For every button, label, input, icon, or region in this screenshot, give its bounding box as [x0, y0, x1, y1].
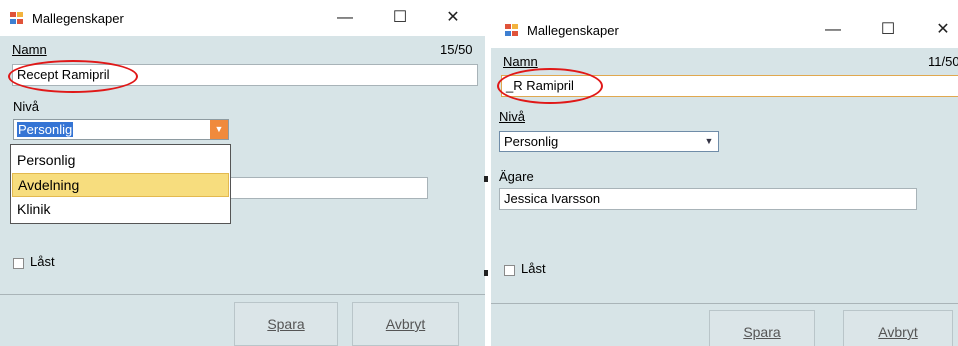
dropdown-option-klinik[interactable]: Klinik [12, 197, 229, 221]
close-icon[interactable]: ✕ [438, 6, 468, 30]
minimize-icon[interactable]: — [818, 18, 848, 42]
namn-label: Namn [12, 42, 47, 57]
maximize-icon[interactable]: ☐ [385, 6, 415, 30]
last-label: Låst [521, 261, 546, 276]
cancel-button-label: Avbryt [385, 316, 426, 332]
background-fragment [484, 176, 488, 182]
footer-divider [491, 303, 958, 304]
agare-label: Ägare [499, 169, 534, 184]
character-counter: 11/50 [928, 54, 958, 69]
cancel-button-label: Avbryt [878, 324, 918, 340]
agare-input[interactable] [222, 177, 428, 199]
last-checkbox[interactable] [504, 265, 515, 276]
minimize-icon[interactable]: — [330, 6, 360, 30]
chevron-down-icon[interactable]: ▼ [700, 132, 718, 151]
annotation-circle-namn [497, 68, 603, 104]
left-title-bar[interactable]: Mallegenskaper — ☐ ✕ [0, 0, 485, 36]
save-button[interactable]: Spara [234, 302, 338, 346]
dropdown-option-personlig[interactable]: Personlig [12, 148, 229, 172]
close-icon[interactable]: ✕ [928, 18, 958, 42]
cancel-button[interactable]: Avbryt [352, 302, 459, 346]
maximize-icon[interactable]: ☐ [873, 18, 903, 42]
app-icon [505, 24, 519, 37]
right-title-bar[interactable]: Mallegenskaper — ☐ ✕ [491, 12, 958, 48]
annotation-circle-namn [8, 60, 138, 93]
save-button-label: Spara [743, 324, 781, 340]
agare-input[interactable]: Jessica Ivarsson [499, 188, 917, 210]
dropdown-option-avdelning[interactable]: Avdelning [12, 173, 229, 197]
right-dialog-window: Mallegenskaper — ☐ ✕ Namn 11/50 _R Ramip… [491, 0, 958, 346]
left-dialog-window: Mallegenskaper — ☐ ✕ Namn 15/50 Recept R… [0, 0, 485, 346]
last-checkbox[interactable] [13, 258, 24, 269]
niva-selected-value: Personlig [504, 134, 559, 149]
footer-divider [0, 294, 485, 295]
save-button[interactable]: Spara [709, 310, 815, 346]
niva-select[interactable]: Personlig ▼ [499, 131, 719, 152]
cancel-button[interactable]: Avbryt [843, 310, 953, 346]
niva-label: Nivå [499, 109, 526, 124]
save-button-label: Spara [267, 316, 305, 332]
character-counter: 15/50 [440, 42, 473, 57]
niva-select[interactable]: Personlig ▼ [13, 119, 229, 140]
window-title: Mallegenskaper [32, 11, 124, 26]
niva-dropdown-list: Personlig Avdelning Klinik [10, 144, 231, 224]
app-icon [10, 12, 24, 25]
background-fragment [484, 270, 488, 276]
window-title: Mallegenskaper [527, 23, 619, 38]
namn-label: Namn [503, 54, 538, 69]
niva-selected-value: Personlig [17, 122, 74, 137]
chevron-down-icon[interactable]: ▼ [210, 120, 228, 139]
last-label: Låst [30, 254, 55, 269]
niva-label: Nivå [13, 99, 40, 114]
